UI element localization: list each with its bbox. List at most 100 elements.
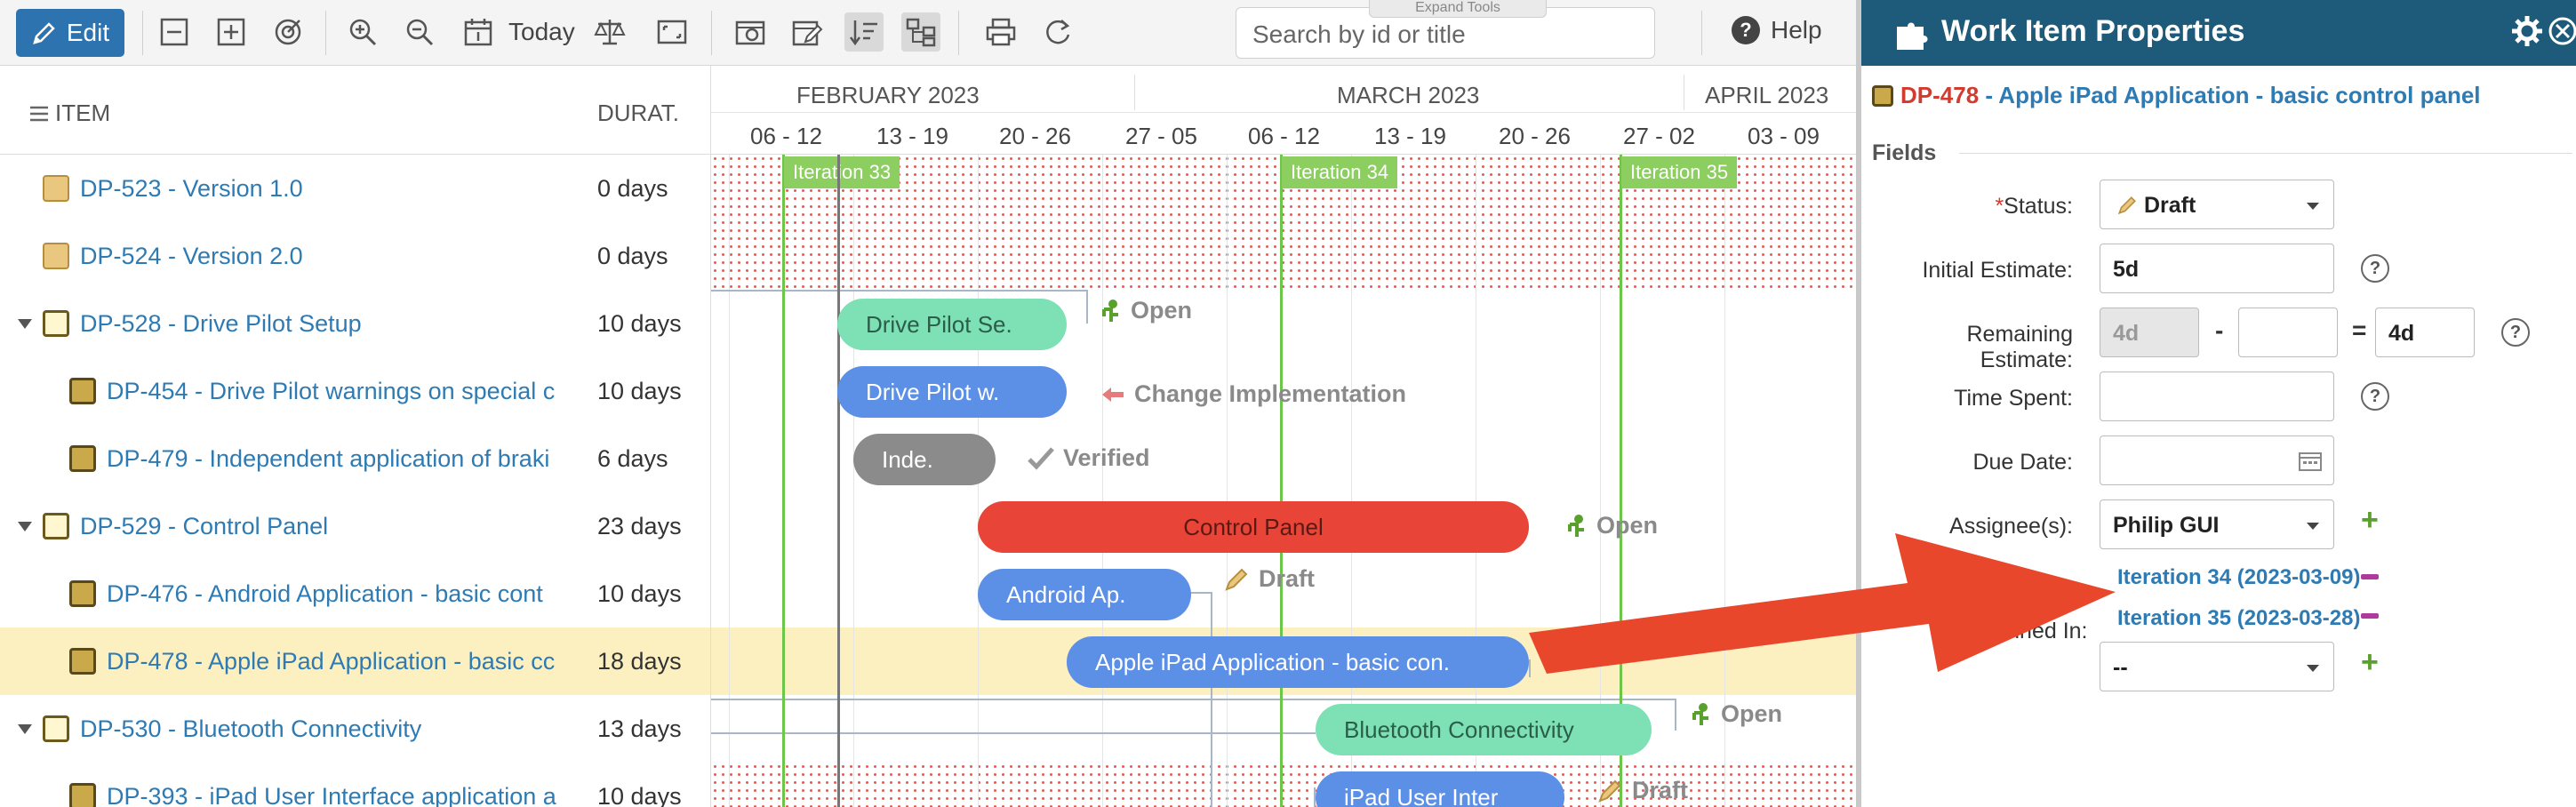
iteration-tag[interactable]: Iteration 34 xyxy=(1282,156,1398,188)
minus-operator: - xyxy=(2215,316,2224,344)
tree-row[interactable]: DP-528 - Drive Pilot Setup 10 days xyxy=(0,290,710,357)
tree-row-label[interactable]: DP-529 - Control Panel xyxy=(80,513,587,540)
zoom-out-icon[interactable] xyxy=(400,12,439,52)
due-date-input[interactable] xyxy=(2100,435,2334,485)
expand-icon[interactable] xyxy=(212,12,251,52)
gantt-bar[interactable]: Android Ap. xyxy=(978,569,1191,620)
gear-icon[interactable] xyxy=(2510,14,2544,48)
tree-row-label[interactable]: DP-478 - Apple iPad Application - basic … xyxy=(107,648,571,675)
today-button[interactable]: Today xyxy=(508,18,575,46)
tree-row-label[interactable]: DP-393 - iPad User Interface application… xyxy=(107,783,571,807)
tree-row[interactable]: DP-393 - iPad User Interface application… xyxy=(0,763,710,807)
tree-row-label[interactable]: DP-476 - Android Application - basic con… xyxy=(107,580,571,608)
edit-calendar-icon[interactable] xyxy=(788,12,827,52)
collapse-triangle-icon[interactable] xyxy=(16,517,34,535)
tree-row-selected[interactable]: DP-478 - Apple iPad Application - basic … xyxy=(0,627,710,695)
expand-tools-tab[interactable]: Expand Tools xyxy=(1369,0,1547,18)
add-planned-in-icon[interactable]: + xyxy=(2361,645,2379,680)
iteration-tag[interactable]: Iteration 33 xyxy=(784,156,900,188)
gantt-bar[interactable]: Drive Pilot Se. xyxy=(837,299,1067,350)
add-assignee-icon[interactable]: + xyxy=(2361,503,2379,538)
assignee-select[interactable]: Philip GUI xyxy=(2100,499,2334,549)
dependency-line xyxy=(1086,290,1088,324)
status-label: *Status: xyxy=(1995,194,2073,219)
month-label: MARCH 2023 xyxy=(1337,82,1480,108)
remove-iteration-icon[interactable] xyxy=(2361,613,2379,619)
iteration-tag[interactable]: Iteration 35 xyxy=(1621,156,1738,188)
tree-row-duration: 0 days xyxy=(597,174,668,202)
pencil-draft-icon xyxy=(2117,196,2136,215)
gantt-bar[interactable]: Drive Pilot w. xyxy=(837,366,1067,418)
status-select[interactable]: Draft xyxy=(2100,180,2334,229)
edit-button[interactable]: Edit xyxy=(16,9,124,57)
fullscreen-icon[interactable] xyxy=(652,12,692,52)
planned-in-select[interactable]: -- xyxy=(2100,642,2334,691)
remove-iteration-icon[interactable] xyxy=(2361,574,2379,579)
tree-row-duration: 6 days xyxy=(597,444,668,472)
sort-icon[interactable] xyxy=(844,12,884,52)
work-item-title[interactable]: - Apple iPad Application - basic control… xyxy=(1979,82,2480,108)
remaining-estimate-adjust-input[interactable] xyxy=(2238,308,2338,357)
tree-row-label[interactable]: DP-523 - Version 1.0 xyxy=(80,175,587,203)
column-header-duration[interactable]: DURAT. xyxy=(597,100,679,127)
tree-row-label[interactable]: DP-528 - Drive Pilot Setup xyxy=(80,310,587,338)
gantt-bar[interactable]: Control Panel xyxy=(978,501,1529,553)
gantt-bar-selected[interactable]: Apple iPad Application - basic con. xyxy=(1067,636,1529,688)
tree-row-label[interactable]: DP-530 - Bluetooth Connectivity xyxy=(80,715,587,743)
tree-row[interactable]: DP-530 - Bluetooth Connectivity 13 days xyxy=(0,695,710,763)
gantt-bar[interactable]: Inde. xyxy=(853,434,996,485)
planned-in-iteration-35[interactable]: Iteration 35 (2023-03-28) xyxy=(2117,606,2360,631)
hierarchy-icon[interactable] xyxy=(901,12,940,52)
remaining-estimate-result[interactable]: 4d xyxy=(2375,308,2475,357)
tree-row-label[interactable]: DP-479 - Independent application of brak… xyxy=(107,445,571,473)
help-icon[interactable]: ? xyxy=(2361,254,2389,283)
refresh-icon[interactable] xyxy=(1038,12,1077,52)
dependency-line xyxy=(711,699,1676,700)
grid-line xyxy=(1102,155,1103,807)
dependency-line xyxy=(711,732,1316,734)
planned-in-iteration-34[interactable]: Iteration 34 (2023-03-09) xyxy=(2117,565,2360,590)
initial-estimate-input[interactable]: 5d xyxy=(2100,244,2334,293)
help-icon[interactable]: ? xyxy=(2361,382,2389,411)
column-header-item[interactable]: ITEM xyxy=(28,100,110,127)
balance-icon[interactable] xyxy=(590,12,629,52)
gantt-bar[interactable]: Bluetooth Connectivity xyxy=(1316,704,1652,755)
initial-estimate-label: Initial Estimate: xyxy=(1922,258,2073,283)
gantt-chart[interactable]: Iteration 33 Iteration 34 Iteration 35 D… xyxy=(711,155,1856,807)
target-icon[interactable] xyxy=(268,12,308,52)
gantt-bar[interactable]: iPad User Inter xyxy=(1316,771,1564,807)
tree-row[interactable]: DP-523 - Version 1.0 0 days xyxy=(0,155,710,222)
tree-row-duration: 13 days xyxy=(597,715,682,742)
tree-row[interactable]: DP-454 - Drive Pilot warnings on special… xyxy=(0,357,710,425)
month-label: FEBRUARY 2023 xyxy=(796,82,980,108)
tree-row[interactable]: DP-476 - Android Application - basic con… xyxy=(0,560,710,627)
collapse-triangle-icon[interactable] xyxy=(16,315,34,332)
collapse-triangle-icon[interactable] xyxy=(16,720,34,738)
print-icon[interactable] xyxy=(981,12,1020,52)
toolbar-separator xyxy=(1701,11,1702,55)
settings-board-icon[interactable] xyxy=(731,12,770,52)
help-icon[interactable]: ? xyxy=(2501,318,2530,347)
week-label: 03 - 09 xyxy=(1748,123,1820,149)
time-spent-input[interactable] xyxy=(2100,372,2334,421)
toolbar: Edit Today Search by id or title Expand … xyxy=(0,0,1856,66)
grid-line xyxy=(853,155,854,807)
collapse-icon[interactable] xyxy=(155,12,194,52)
due-date-label: Due Date: xyxy=(1972,450,2073,475)
tree-row[interactable]: DP-524 - Version 2.0 0 days xyxy=(0,222,710,290)
tree-row[interactable]: DP-479 - Independent application of brak… xyxy=(0,425,710,492)
calendar-today-icon[interactable] xyxy=(459,12,498,52)
tree-row[interactable]: DP-529 - Control Panel 23 days xyxy=(0,492,710,560)
tree-row-duration: 0 days xyxy=(597,242,668,269)
close-icon[interactable] xyxy=(2548,16,2576,46)
calendar-icon[interactable] xyxy=(2298,451,2323,472)
today-line xyxy=(837,155,840,807)
chevron-down-icon xyxy=(2307,203,2319,210)
tree-row-label[interactable]: DP-454 - Drive Pilot warnings on special… xyxy=(107,378,571,405)
pencil-icon xyxy=(33,22,55,44)
tree-row-label[interactable]: DP-524 - Version 2.0 xyxy=(80,243,587,270)
zoom-in-icon[interactable] xyxy=(343,12,382,52)
grid-line xyxy=(1227,155,1228,807)
help-button[interactable]: ? Help xyxy=(1732,16,1822,44)
work-item-id[interactable]: DP-478 xyxy=(1900,82,1979,108)
